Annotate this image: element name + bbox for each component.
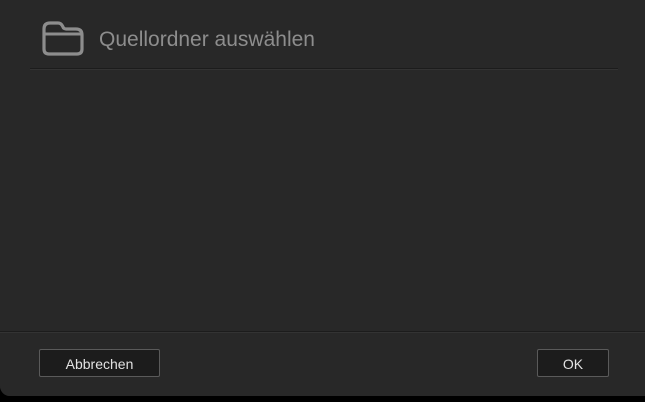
dialog-header: Quellordner auswählen (30, 0, 618, 69)
folder-browser-area[interactable] (0, 70, 645, 330)
folder-icon (40, 18, 86, 58)
select-source-folder-dialog: Quellordner auswählen Abbrechen OK (0, 0, 645, 396)
dialog-footer: Abbrechen OK (0, 331, 645, 396)
ok-button[interactable]: OK (537, 349, 609, 377)
cancel-button[interactable]: Abbrechen (39, 349, 160, 377)
dialog-title: Quellordner auswählen (99, 28, 315, 51)
